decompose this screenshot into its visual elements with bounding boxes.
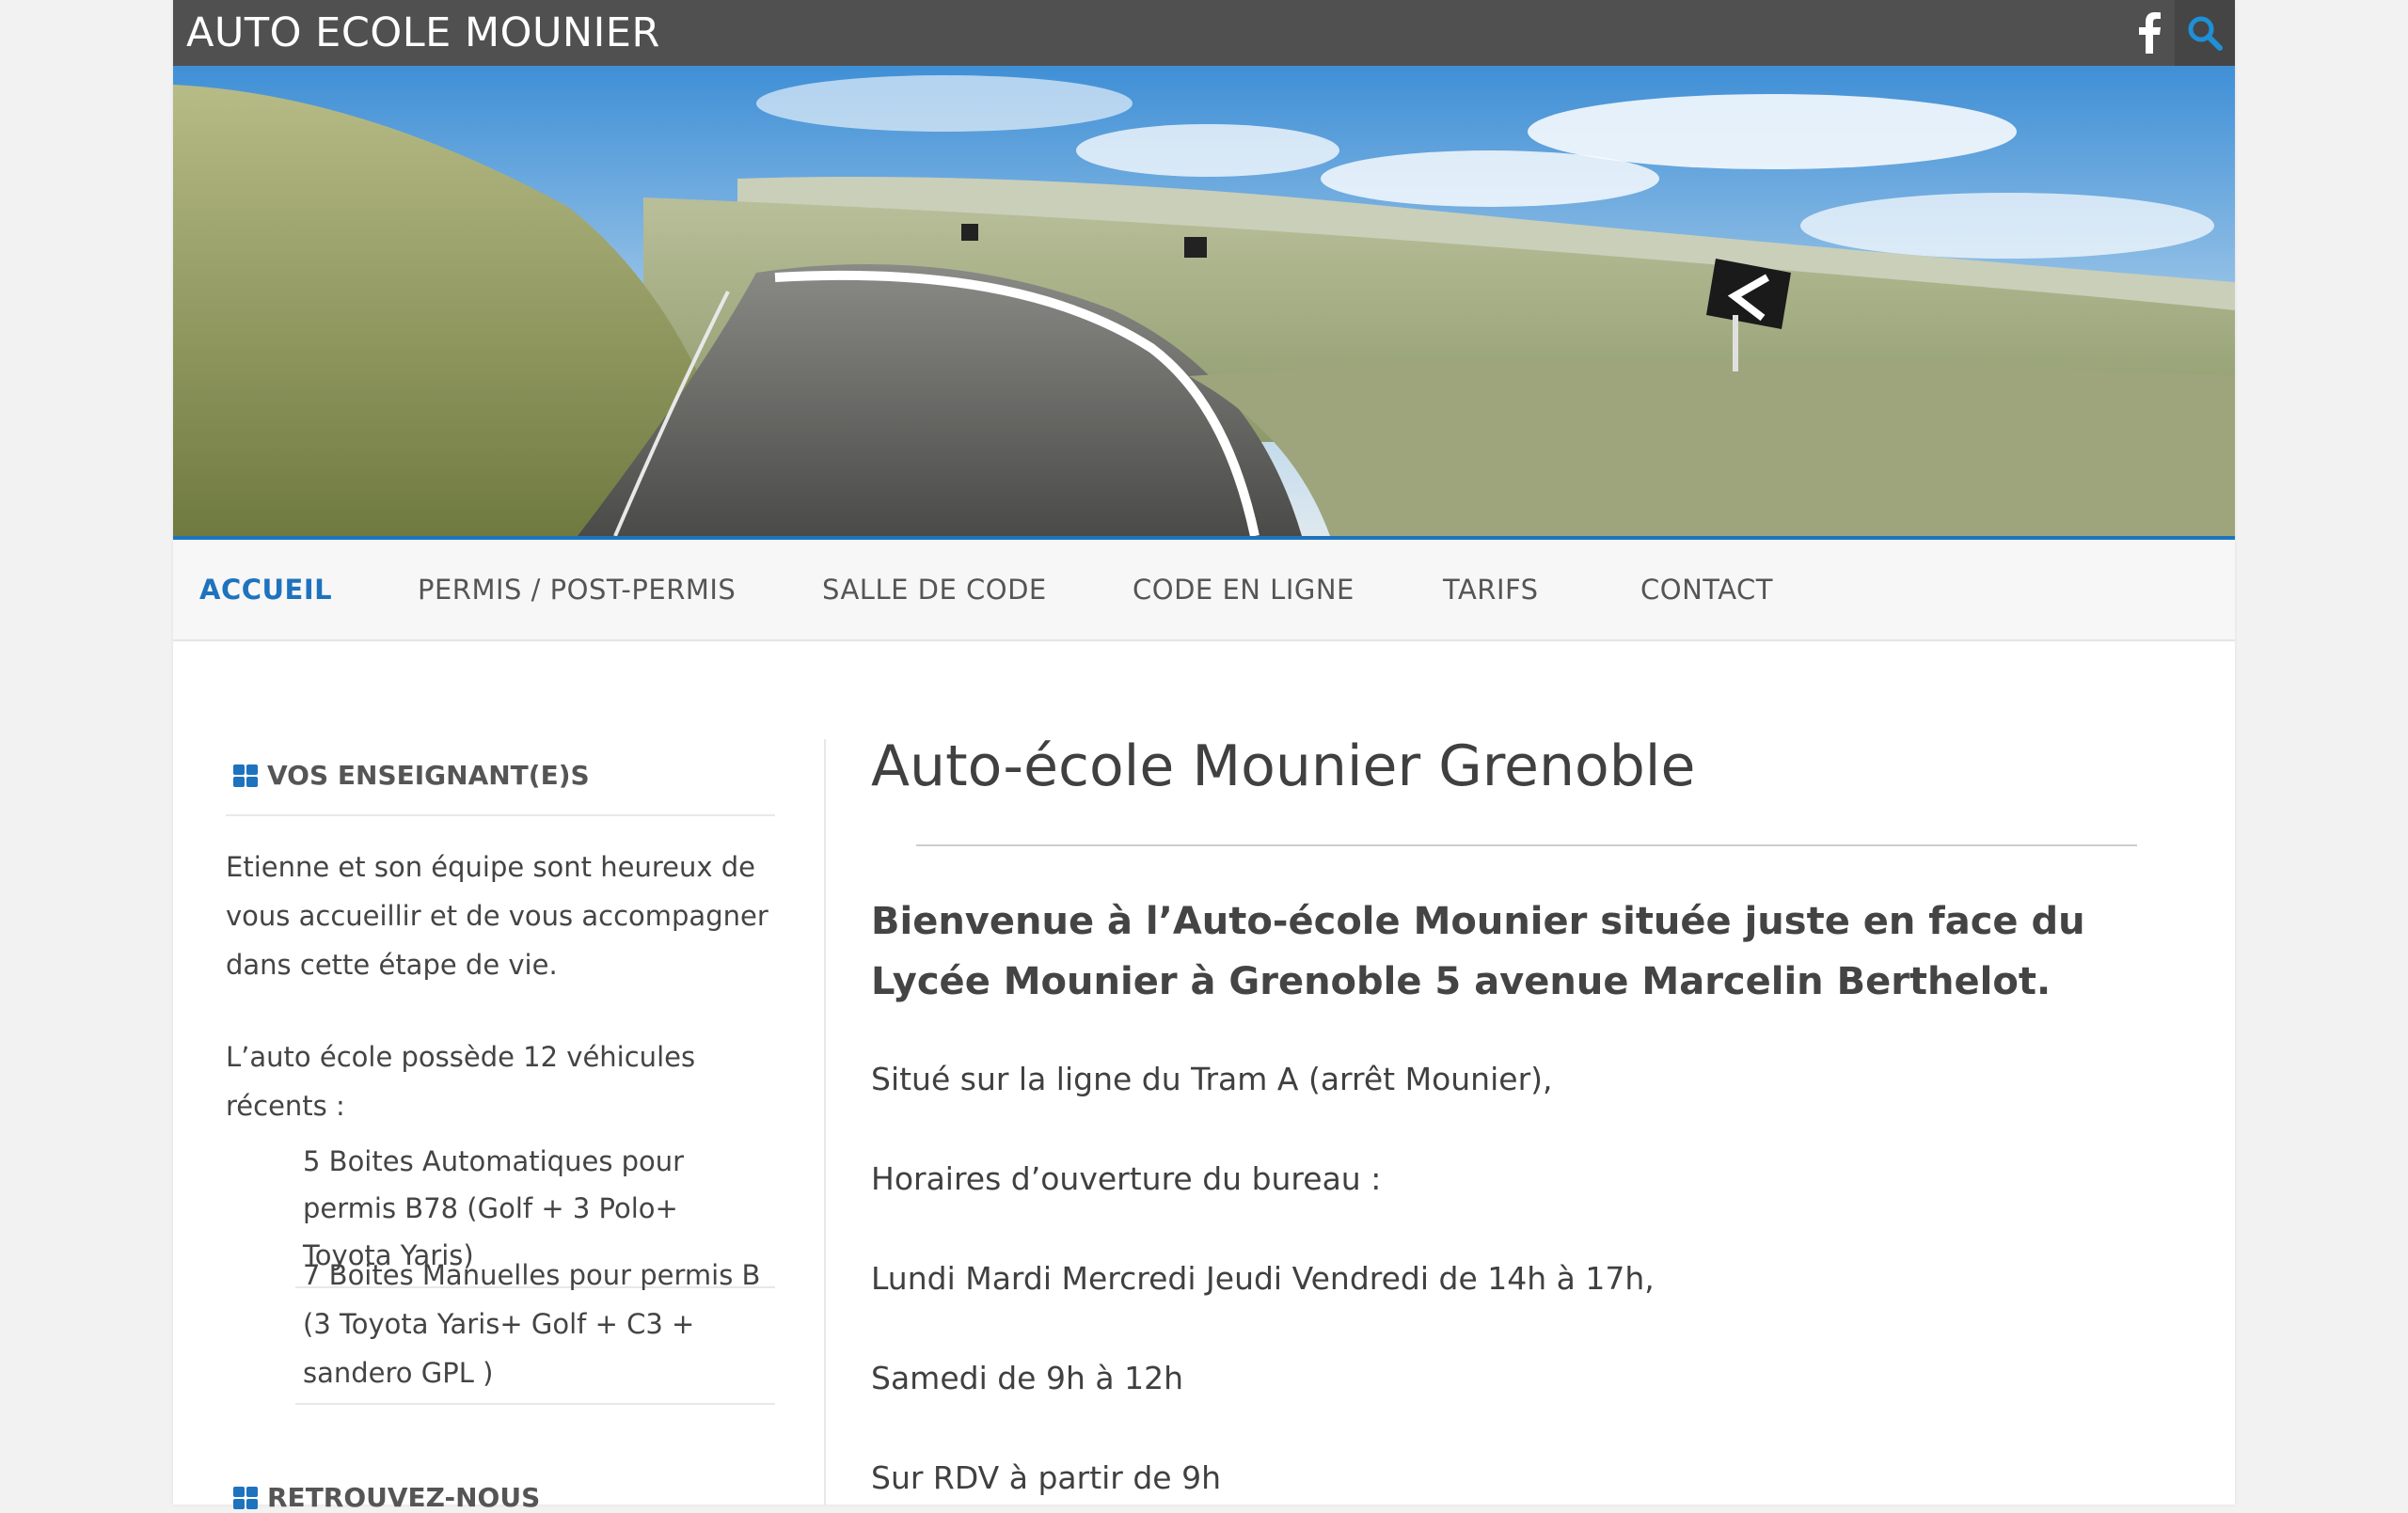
- paragraph: Lundi Mardi Mercredi Jeudi Vendredi de 1…: [871, 1260, 1655, 1297]
- list-item: 7 Boites Manuelles pour permis B (3 Toyo…: [295, 1251, 775, 1405]
- page-title: Auto-école Mounier Grenoble: [871, 733, 1696, 799]
- title-divider: [916, 844, 2137, 846]
- sidebar-fleet: L’auto école possède 12 véhicules récent…: [226, 1041, 696, 1122]
- search-icon: [2188, 16, 2223, 51]
- paragraph: Sur RDV à partir de 9h: [871, 1459, 1222, 1496]
- nav-item-salle-de-code[interactable]: SALLE DE CODE: [822, 574, 1047, 606]
- nav-item-tarifs[interactable]: TARIFS: [1443, 574, 1539, 606]
- widgets-icon: [233, 1486, 258, 1509]
- widgets-icon: [233, 764, 258, 787]
- nav-item-code-en-ligne[interactable]: CODE EN LIGNE: [1133, 574, 1354, 606]
- paragraph: Samedi de 9h à 12h: [871, 1360, 1183, 1396]
- search-button[interactable]: [2175, 0, 2235, 66]
- nav-item-contact[interactable]: CONTACT: [1640, 574, 1773, 606]
- paragraph: Horaires d’ouverture du bureau :: [871, 1160, 1382, 1197]
- column-divider: [824, 739, 826, 1505]
- lead-paragraph: Bienvenue à l’Auto-école Mounier située …: [871, 900, 2085, 1003]
- widget-title-text: VOS ENSEIGNANT(E)S: [267, 760, 590, 791]
- main-navigation: ACCUEIL PERMIS / POST-PERMIS SALLE DE CO…: [173, 540, 2235, 641]
- hero-banner-image: [173, 66, 2235, 536]
- paragraph: Situé sur la ligne du Tram A (arrêt Moun…: [871, 1061, 1553, 1097]
- page: AUTO ECOLE MOUNIER ACCUEIL PERMIS / POST…: [173, 0, 2235, 1513]
- widget-title-retrouvez: RETROUVEZ-NOUS: [233, 1482, 722, 1513]
- facebook-icon[interactable]: [2128, 8, 2171, 58]
- site-title[interactable]: AUTO ECOLE MOUNIER: [186, 9, 660, 56]
- widget-title-enseignants: VOS ENSEIGNANT(E)S: [233, 760, 722, 791]
- top-bar: AUTO ECOLE MOUNIER: [173, 0, 2235, 66]
- sidebar-intro: Etienne et son équipe sont heureux de vo…: [226, 851, 768, 981]
- nav-item-accueil[interactable]: ACCUEIL: [199, 574, 332, 606]
- widget-title-text: RETROUVEZ-NOUS: [267, 1482, 541, 1513]
- widget-divider: [226, 814, 775, 816]
- nav-item-permis[interactable]: PERMIS / POST-PERMIS: [418, 574, 736, 606]
